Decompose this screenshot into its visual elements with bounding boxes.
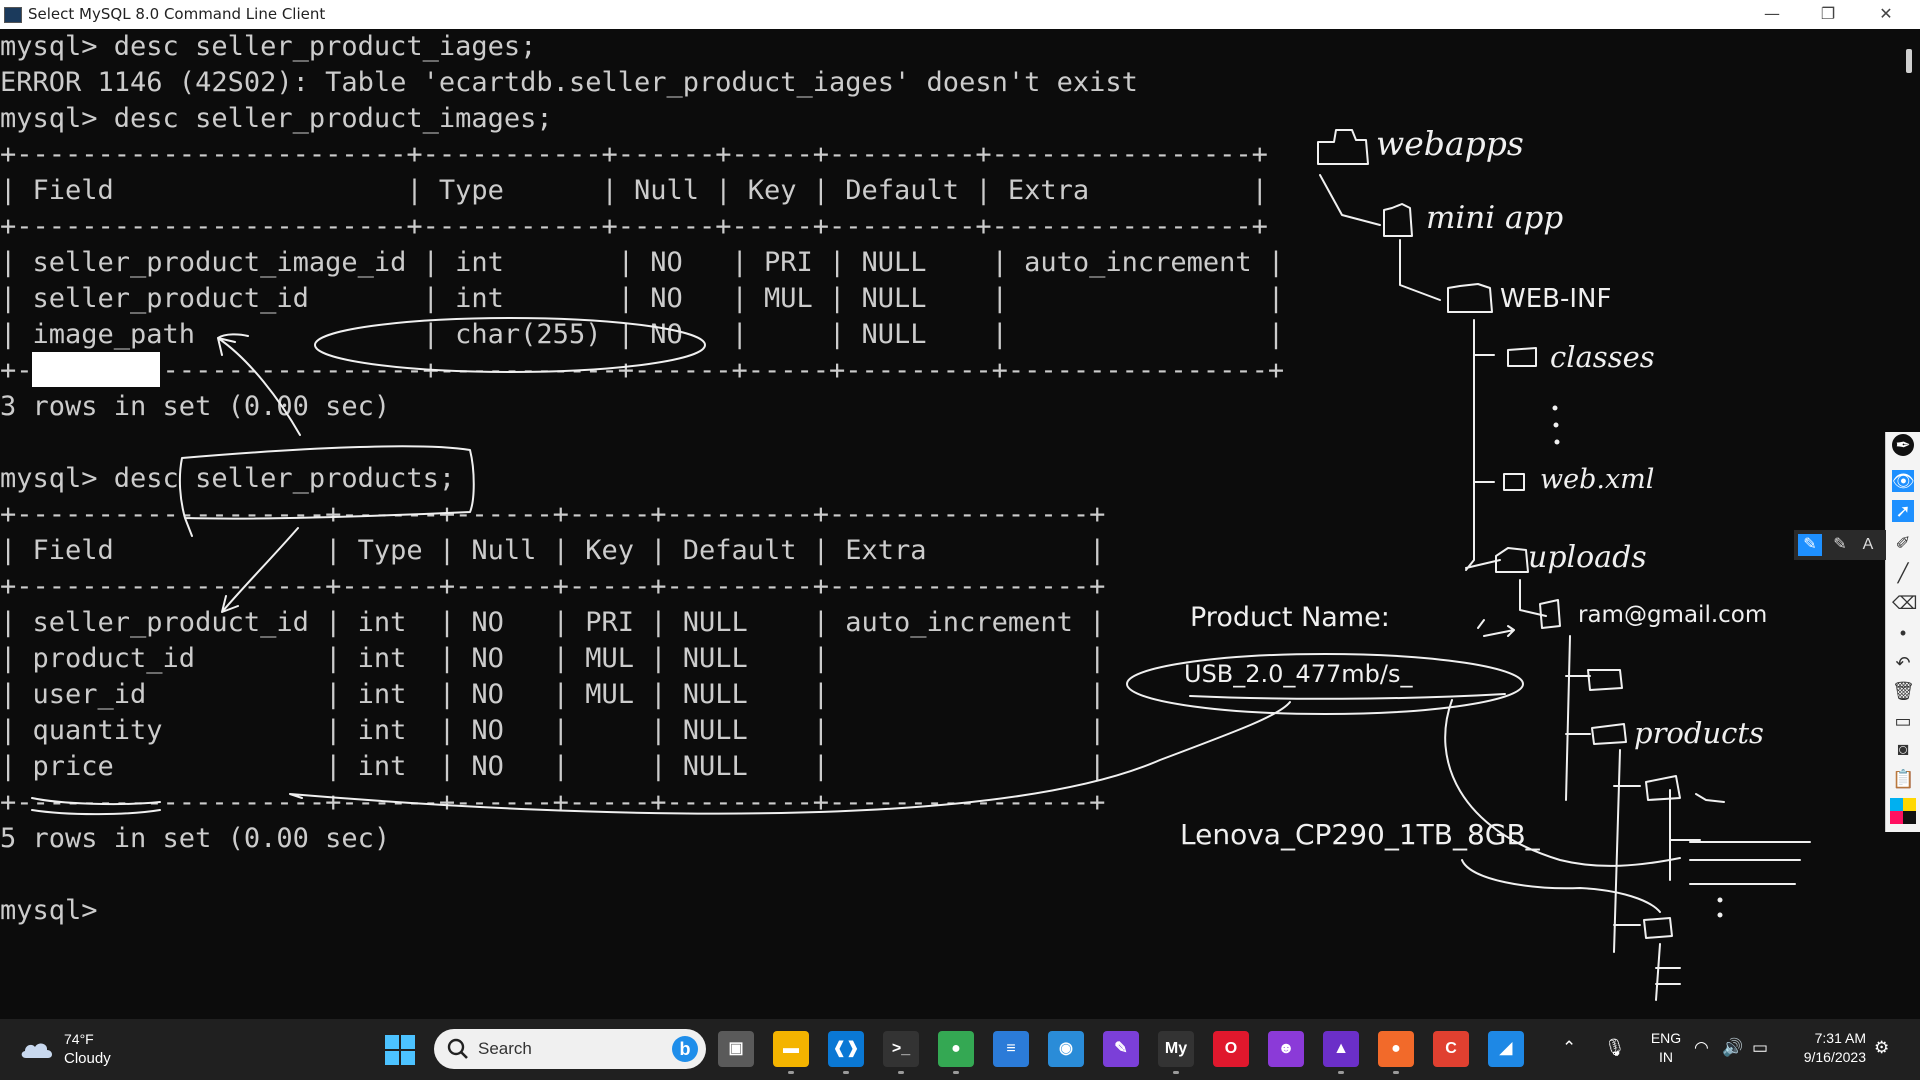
cloud-icon <box>21 1043 53 1058</box>
scrollbar-thumb[interactable] <box>1906 49 1912 73</box>
clock[interactable]: 7:31 AM 9/16/2023 <box>1790 1029 1866 1067</box>
annotation-product-name-1: USB_2.0_477mb/s_ <box>1184 660 1413 688</box>
mysql-app-icon <box>4 7 22 23</box>
annotation-email: ram@gmail.com <box>1578 602 1768 628</box>
opera-icon[interactable]: O <box>1213 1031 1249 1067</box>
dot-icon[interactable]: • <box>1892 622 1914 644</box>
undo-icon[interactable]: ↶ <box>1892 652 1914 674</box>
start-button[interactable] <box>385 1035 415 1065</box>
mysql-client-icon[interactable]: My <box>1158 1031 1194 1067</box>
screen-icon[interactable]: ▭ <box>1892 710 1914 732</box>
annotation-webxml: web.xml <box>1540 464 1655 495</box>
restore-button[interactable]: ❐ <box>1800 0 1856 29</box>
vs-code-icon[interactable]: ❰❱ <box>828 1031 864 1067</box>
camera-icon[interactable]: ◙ <box>1892 738 1914 760</box>
text-tool-button[interactable]: A <box>1856 534 1880 556</box>
console-text: mysql> desc seller_product_iages; ERROR … <box>0 31 1285 926</box>
file-explorer-icon[interactable]: ▬ <box>773 1031 809 1067</box>
running-indicator <box>843 1071 849 1074</box>
notepad-icon[interactable]: ≡ <box>993 1031 1029 1067</box>
pen-icon[interactable]: ✒ <box>1892 434 1914 456</box>
clock-time: 7:31 AM <box>1814 1030 1866 1046</box>
eraser-icon[interactable]: ⌫ <box>1892 592 1917 614</box>
firefox-icon[interactable]: ● <box>1378 1031 1414 1067</box>
weather-temp: 74°F <box>64 1031 94 1047</box>
palette-icon[interactable] <box>1890 798 1916 824</box>
cursor-icon[interactable]: ➚ <box>1892 500 1914 522</box>
notification-icon[interactable]: ⚙ <box>1874 1038 1889 1058</box>
running-indicator <box>953 1071 959 1074</box>
chevron-up-icon[interactable]: ⌃ <box>1562 1038 1576 1058</box>
window-title: Select MySQL 8.0 Command Line Client <box>28 5 326 23</box>
weather-condition: Cloudy <box>64 1050 111 1067</box>
minimize-button[interactable]: — <box>1744 0 1800 29</box>
task-view-icon[interactable]: ▣ <box>718 1031 754 1067</box>
wifi-icon[interactable]: ◠ <box>1694 1038 1709 1058</box>
pen-tool-icon[interactable]: ✎ <box>1103 1031 1139 1067</box>
color-palette-swatches <box>1890 798 1916 824</box>
language-primary: ENG <box>1650 1030 1682 1046</box>
annotation-product-name-2: Lenova_CP290_1TB_8GB_ <box>1180 818 1540 851</box>
pen-toolbar: ✒ 👁 ➚ ✐ ╱ ⌫ • ↶ 🗑 ▭ ◙ 📋 <box>1885 432 1920 832</box>
annotation-product-name-label: Product Name: <box>1190 602 1390 633</box>
red-app-icon[interactable]: C <box>1433 1031 1469 1067</box>
running-indicator <box>898 1071 904 1074</box>
taskbar-search[interactable]: Search b <box>434 1029 706 1069</box>
blue-app-icon[interactable]: ◢ <box>1488 1031 1524 1067</box>
annotation-classes: classes <box>1550 340 1655 374</box>
battery-icon[interactable]: ▭ <box>1752 1038 1768 1058</box>
weather-widget[interactable]: 74°F Cloudy <box>20 1029 140 1071</box>
trash-icon[interactable]: 🗑 <box>1892 680 1915 702</box>
running-indicator <box>1393 1071 1399 1074</box>
highlighter-alt-icon[interactable]: ✎ <box>1828 534 1852 556</box>
highlighter-icon[interactable]: ✐ <box>1892 532 1914 554</box>
running-indicator <box>1173 1071 1179 1074</box>
annotation-webapps: webapps <box>1376 124 1524 163</box>
text-selection-highlight <box>32 352 160 387</box>
pen-sub-toolbar: ✎ ✎ A <box>1794 530 1886 560</box>
language-indicator[interactable]: ENG IN <box>1646 1029 1686 1067</box>
clipboard-icon[interactable]: 📋 <box>1892 768 1914 790</box>
terminal-icon[interactable]: >_ <box>883 1031 919 1067</box>
bing-icon[interactable]: b <box>672 1036 698 1062</box>
console-output[interactable]: mysql> desc seller_product_iages; ERROR … <box>0 29 1890 1019</box>
language-secondary: IN <box>1659 1049 1673 1065</box>
running-indicator <box>1338 1071 1344 1074</box>
running-indicator <box>788 1071 794 1074</box>
window-title-bar: Select MySQL 8.0 Command Line Client — ❐… <box>0 0 1920 29</box>
taskbar: 74°F Cloudy Search b ▣ ▬ ❰❱ >_ ● ≡ ◉ ✎ My O ☻ ▲ ● C ◢ … <box>0 1019 1920 1080</box>
annotation-webinf: WEB-INF <box>1500 284 1612 314</box>
search-label: Search <box>478 1039 532 1058</box>
close-button[interactable]: ✕ <box>1858 0 1914 29</box>
game-app-icon[interactable]: ☻ <box>1268 1031 1304 1067</box>
microphone-icon[interactable]: 🎙 <box>1604 1038 1626 1058</box>
annotation-uploads: uploads <box>1528 540 1647 575</box>
highlighter-active-icon[interactable]: ✎ <box>1798 534 1822 556</box>
search-icon <box>447 1038 468 1059</box>
annotation-miniapp: mini app <box>1426 200 1564 236</box>
eye-icon[interactable]: 👁 <box>1892 470 1915 492</box>
line-icon[interactable]: ╱ <box>1892 562 1914 584</box>
clock-date: 9/16/2023 <box>1803 1049 1866 1065</box>
browser-icon[interactable]: ◉ <box>1048 1031 1084 1067</box>
annotation-products: products <box>1634 716 1764 750</box>
chrome-icon[interactable]: ● <box>938 1031 974 1067</box>
colorful-app-icon[interactable]: ▲ <box>1323 1031 1359 1067</box>
volume-icon[interactable]: 🔊 <box>1722 1038 1743 1058</box>
